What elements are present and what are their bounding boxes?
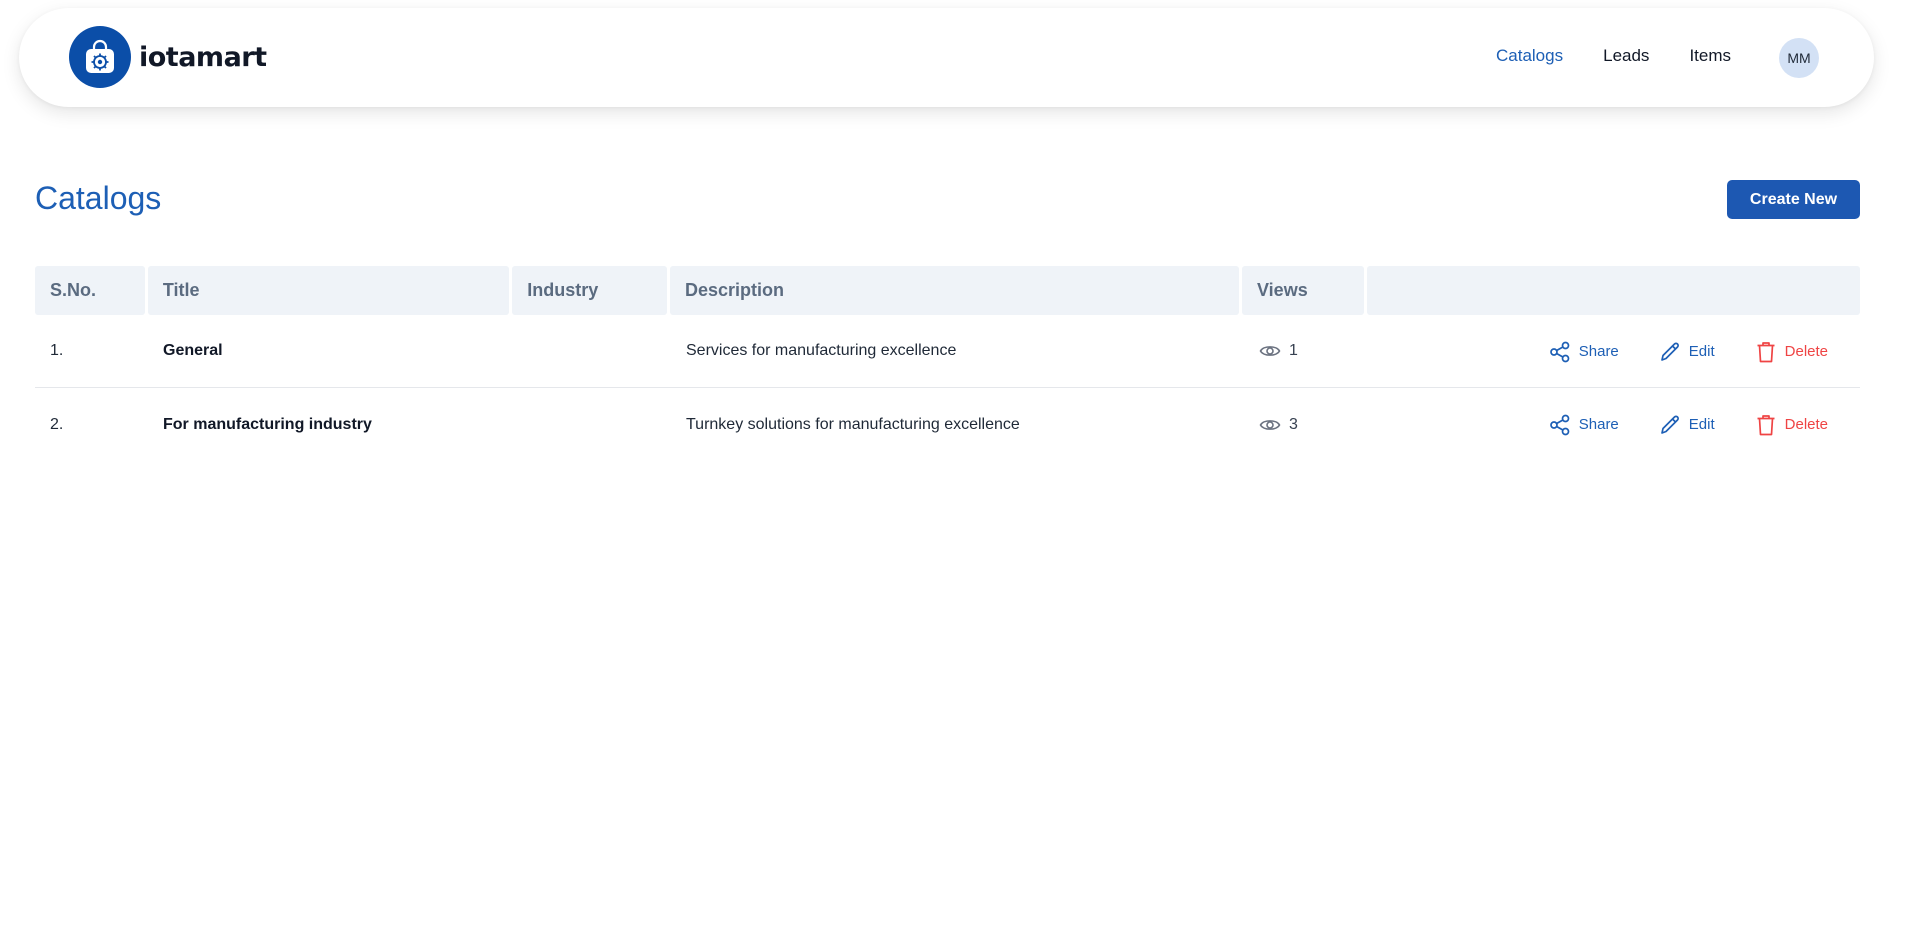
share-button[interactable]: Share [1549, 414, 1619, 436]
catalogs-table: S.No. Title Industry Description Views 1… [35, 266, 1860, 461]
table-header: S.No. Title Industry Description Views [35, 266, 1860, 315]
brand[interactable]: iotamart [69, 26, 267, 88]
main-nav: Catalogs Leads Items [1496, 46, 1731, 66]
column-header-sno: S.No. [35, 266, 145, 315]
nav-link-items[interactable]: Items [1689, 46, 1731, 66]
cell-title: For manufacturing industry [163, 415, 372, 433]
table-row: 1. General Services for manufacturing ex… [35, 315, 1860, 388]
column-header-actions [1366, 266, 1860, 315]
views-count: 1 [1289, 342, 1298, 359]
brand-name: iotamart [139, 41, 267, 73]
pencil-icon [1659, 414, 1681, 436]
cell-sno: 1. [50, 342, 64, 359]
pencil-icon [1659, 341, 1681, 363]
trash-icon [1755, 413, 1777, 437]
delete-button[interactable]: Delete [1755, 413, 1828, 437]
cell-views: 1 [1244, 342, 1366, 360]
share-icon [1549, 341, 1571, 363]
column-header-views: Views [1242, 266, 1364, 315]
top-navbar: iotamart Catalogs Leads Items MM [19, 8, 1874, 107]
edit-label: Edit [1688, 416, 1715, 433]
delete-label: Delete [1784, 343, 1828, 360]
cell-description: Services for manufacturing excellence [686, 342, 957, 359]
row-actions: Share Edit Delete [1549, 315, 1828, 388]
shopping-bag-gear-logo-icon [69, 26, 131, 88]
cell-description: Turnkey solutions for manufacturing exce… [686, 415, 1020, 433]
edit-label: Edit [1688, 343, 1715, 360]
column-header-industry: Industry [512, 266, 667, 315]
nav-link-leads[interactable]: Leads [1603, 46, 1649, 66]
page-title: Catalogs [35, 180, 162, 216]
views-count: 3 [1289, 415, 1298, 433]
row-actions: Share Edit Delete [1549, 388, 1828, 461]
cell-views: 3 [1244, 416, 1366, 434]
create-new-button[interactable]: Create New [1727, 180, 1860, 219]
table-row: 2. For manufacturing industry Turnkey so… [35, 388, 1860, 461]
eye-icon [1259, 417, 1281, 433]
cell-title: General [163, 342, 223, 359]
nav-link-catalogs[interactable]: Catalogs [1496, 46, 1563, 66]
edit-button[interactable]: Edit [1659, 414, 1715, 436]
user-avatar[interactable]: MM [1779, 38, 1819, 78]
share-label: Share [1578, 416, 1619, 433]
column-header-description: Description [669, 266, 1239, 315]
share-label: Share [1578, 343, 1619, 360]
cell-sno: 2. [50, 415, 64, 433]
eye-icon [1259, 343, 1281, 359]
edit-button[interactable]: Edit [1659, 341, 1715, 363]
share-button[interactable]: Share [1549, 341, 1619, 363]
column-header-title: Title [147, 266, 510, 315]
share-icon [1549, 414, 1571, 436]
delete-label: Delete [1784, 416, 1828, 433]
delete-button[interactable]: Delete [1755, 340, 1828, 364]
trash-icon [1755, 340, 1777, 364]
